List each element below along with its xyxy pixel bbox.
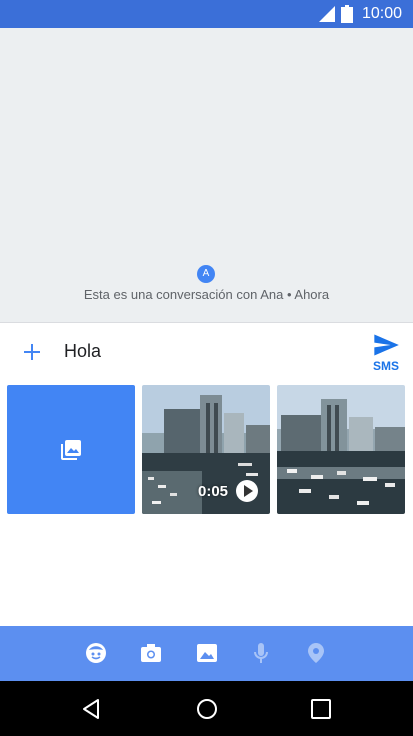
gallery-button[interactable] <box>194 640 220 666</box>
location-icon <box>308 643 324 663</box>
conversation-info: Esta es una conversación con Ana • Ahora <box>83 287 330 302</box>
send-label: SMS <box>372 359 399 373</box>
send-icon <box>374 334 399 356</box>
message-input[interactable] <box>56 333 346 369</box>
home-icon[interactable] <box>195 697 219 721</box>
photo-image <box>277 385 405 514</box>
conversation-area: A Esta es una conversación con Ana • Aho… <box>0 28 413 322</box>
status-bar: 10:00 <box>0 0 413 28</box>
emoji-button[interactable] <box>83 640 109 666</box>
plus-icon <box>24 344 40 360</box>
photo-thumbnail[interactable] <box>277 385 405 514</box>
attachment-bar <box>0 626 413 681</box>
battery-icon <box>341 5 353 23</box>
back-icon[interactable] <box>80 697 104 721</box>
video-thumbnail[interactable]: 0:05 <box>142 385 270 514</box>
status-time: 10:00 <box>362 5 403 22</box>
recents-icon[interactable] <box>309 697 333 721</box>
play-icon[interactable] <box>236 480 258 502</box>
compose-row: SMS <box>0 323 413 379</box>
add-attachment-button[interactable] <box>18 338 46 366</box>
media-tray: 0:05 <box>0 380 413 626</box>
send-button[interactable]: SMS <box>364 329 408 375</box>
emoji-icon <box>86 643 106 663</box>
navigation-bar <box>0 681 413 736</box>
gallery-icon <box>61 439 81 460</box>
avatar[interactable]: A <box>197 265 215 283</box>
camera-icon <box>141 644 161 662</box>
location-button[interactable] <box>303 640 329 666</box>
video-duration: 0:05 <box>198 483 229 500</box>
open-gallery-button[interactable] <box>7 385 135 514</box>
signal-icon <box>319 6 335 22</box>
microphone-button[interactable] <box>248 640 274 666</box>
camera-button[interactable] <box>138 640 164 666</box>
gallery-icon <box>197 644 217 662</box>
microphone-icon <box>254 643 268 663</box>
